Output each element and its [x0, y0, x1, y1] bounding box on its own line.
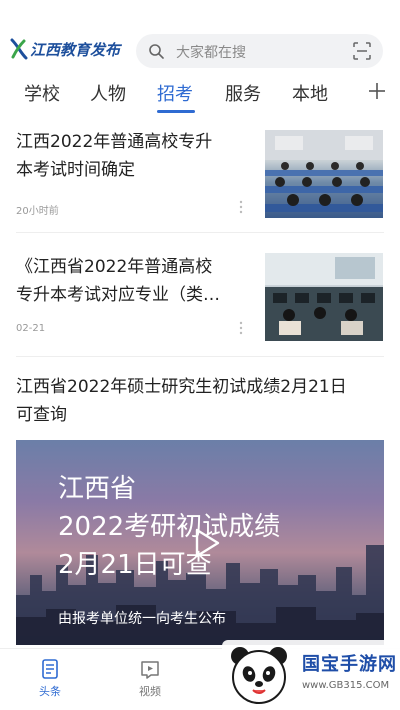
video-news-title[interactable]: 江西省2022年硕士研究生初试成绩2月21日 可查询	[16, 373, 384, 433]
site-watermark: 国宝手游网 www.GB315.COM	[222, 640, 400, 710]
news-title-line: 江西2022年普通高校专升	[16, 132, 213, 152]
nav-headlines[interactable]: 头条	[30, 659, 70, 699]
news-time: 02-21	[16, 323, 46, 334]
category-tabs: 学校 人物 招考 服务 本地	[0, 70, 400, 116]
tab-admissions[interactable]: 招考	[157, 80, 193, 106]
news-title-line: 本考试时间确定	[16, 160, 135, 180]
video-player[interactable]: 江西省 2022考研初试成绩 2月21日可查 由报考单位统一向考生公布	[16, 440, 384, 645]
play-icon[interactable]	[194, 528, 220, 558]
search-icon	[149, 44, 164, 59]
news-title-line: 专升本考试对应专业（类…	[16, 285, 220, 305]
video-caption: 由报考单位统一向考生公布	[58, 611, 226, 627]
headlines-icon	[42, 659, 58, 679]
divider	[16, 232, 384, 233]
search-bar[interactable]: 大家都在搜	[136, 34, 383, 68]
news-thumbnail[interactable]	[265, 253, 383, 341]
news-time: 20小时前	[16, 206, 59, 217]
computer-lab-photo	[265, 253, 383, 341]
watermark-url: www.GB315.COM	[302, 680, 390, 691]
divider	[16, 356, 384, 357]
logo-text: 江西教育发布	[30, 40, 121, 59]
tab-services[interactable]: 服务	[225, 80, 261, 106]
logo-mark-icon	[10, 38, 28, 60]
news-thumbnail[interactable]	[265, 130, 383, 218]
news-title-line: 江西省2022年硕士研究生初试成绩2月21日	[16, 377, 347, 397]
news-title-line: 可查询	[16, 405, 67, 425]
video-overlay-date: 2月21日可查	[58, 550, 212, 580]
watermark-title: 国宝手游网	[302, 654, 397, 675]
news-title: 江西2022年普通高校专升 本考试时间确定	[16, 128, 256, 184]
video-overlay-subtitle: 2022考研初试成绩	[58, 512, 281, 542]
nav-headlines-label: 头条	[39, 685, 61, 698]
active-tab-indicator	[157, 110, 195, 113]
search-placeholder: 大家都在搜	[176, 45, 246, 61]
tab-people[interactable]: 人物	[90, 80, 126, 106]
scan-icon[interactable]	[353, 42, 371, 60]
tab-school[interactable]: 学校	[24, 80, 60, 106]
tab-local[interactable]: 本地	[292, 80, 328, 106]
nav-video[interactable]: 视频	[130, 659, 170, 699]
nav-video-label: 视频	[139, 685, 161, 698]
video-icon	[141, 661, 159, 679]
app-logo[interactable]: 江西教育发布	[10, 38, 120, 60]
video-overlay-title: 江西省	[58, 474, 137, 504]
news-title: 《江西省2022年普通高校 专升本考试对应专业（类…	[16, 253, 256, 309]
more-options-icon[interactable]	[239, 321, 243, 335]
more-options-icon[interactable]	[239, 200, 243, 214]
classroom-photo	[265, 130, 383, 212]
news-title-line: 《江西省2022年普通高校	[16, 257, 213, 277]
add-channel-icon[interactable]	[368, 82, 386, 100]
header: 江西教育发布 大家都在搜	[0, 0, 400, 70]
panda-logo-icon	[231, 647, 287, 704]
